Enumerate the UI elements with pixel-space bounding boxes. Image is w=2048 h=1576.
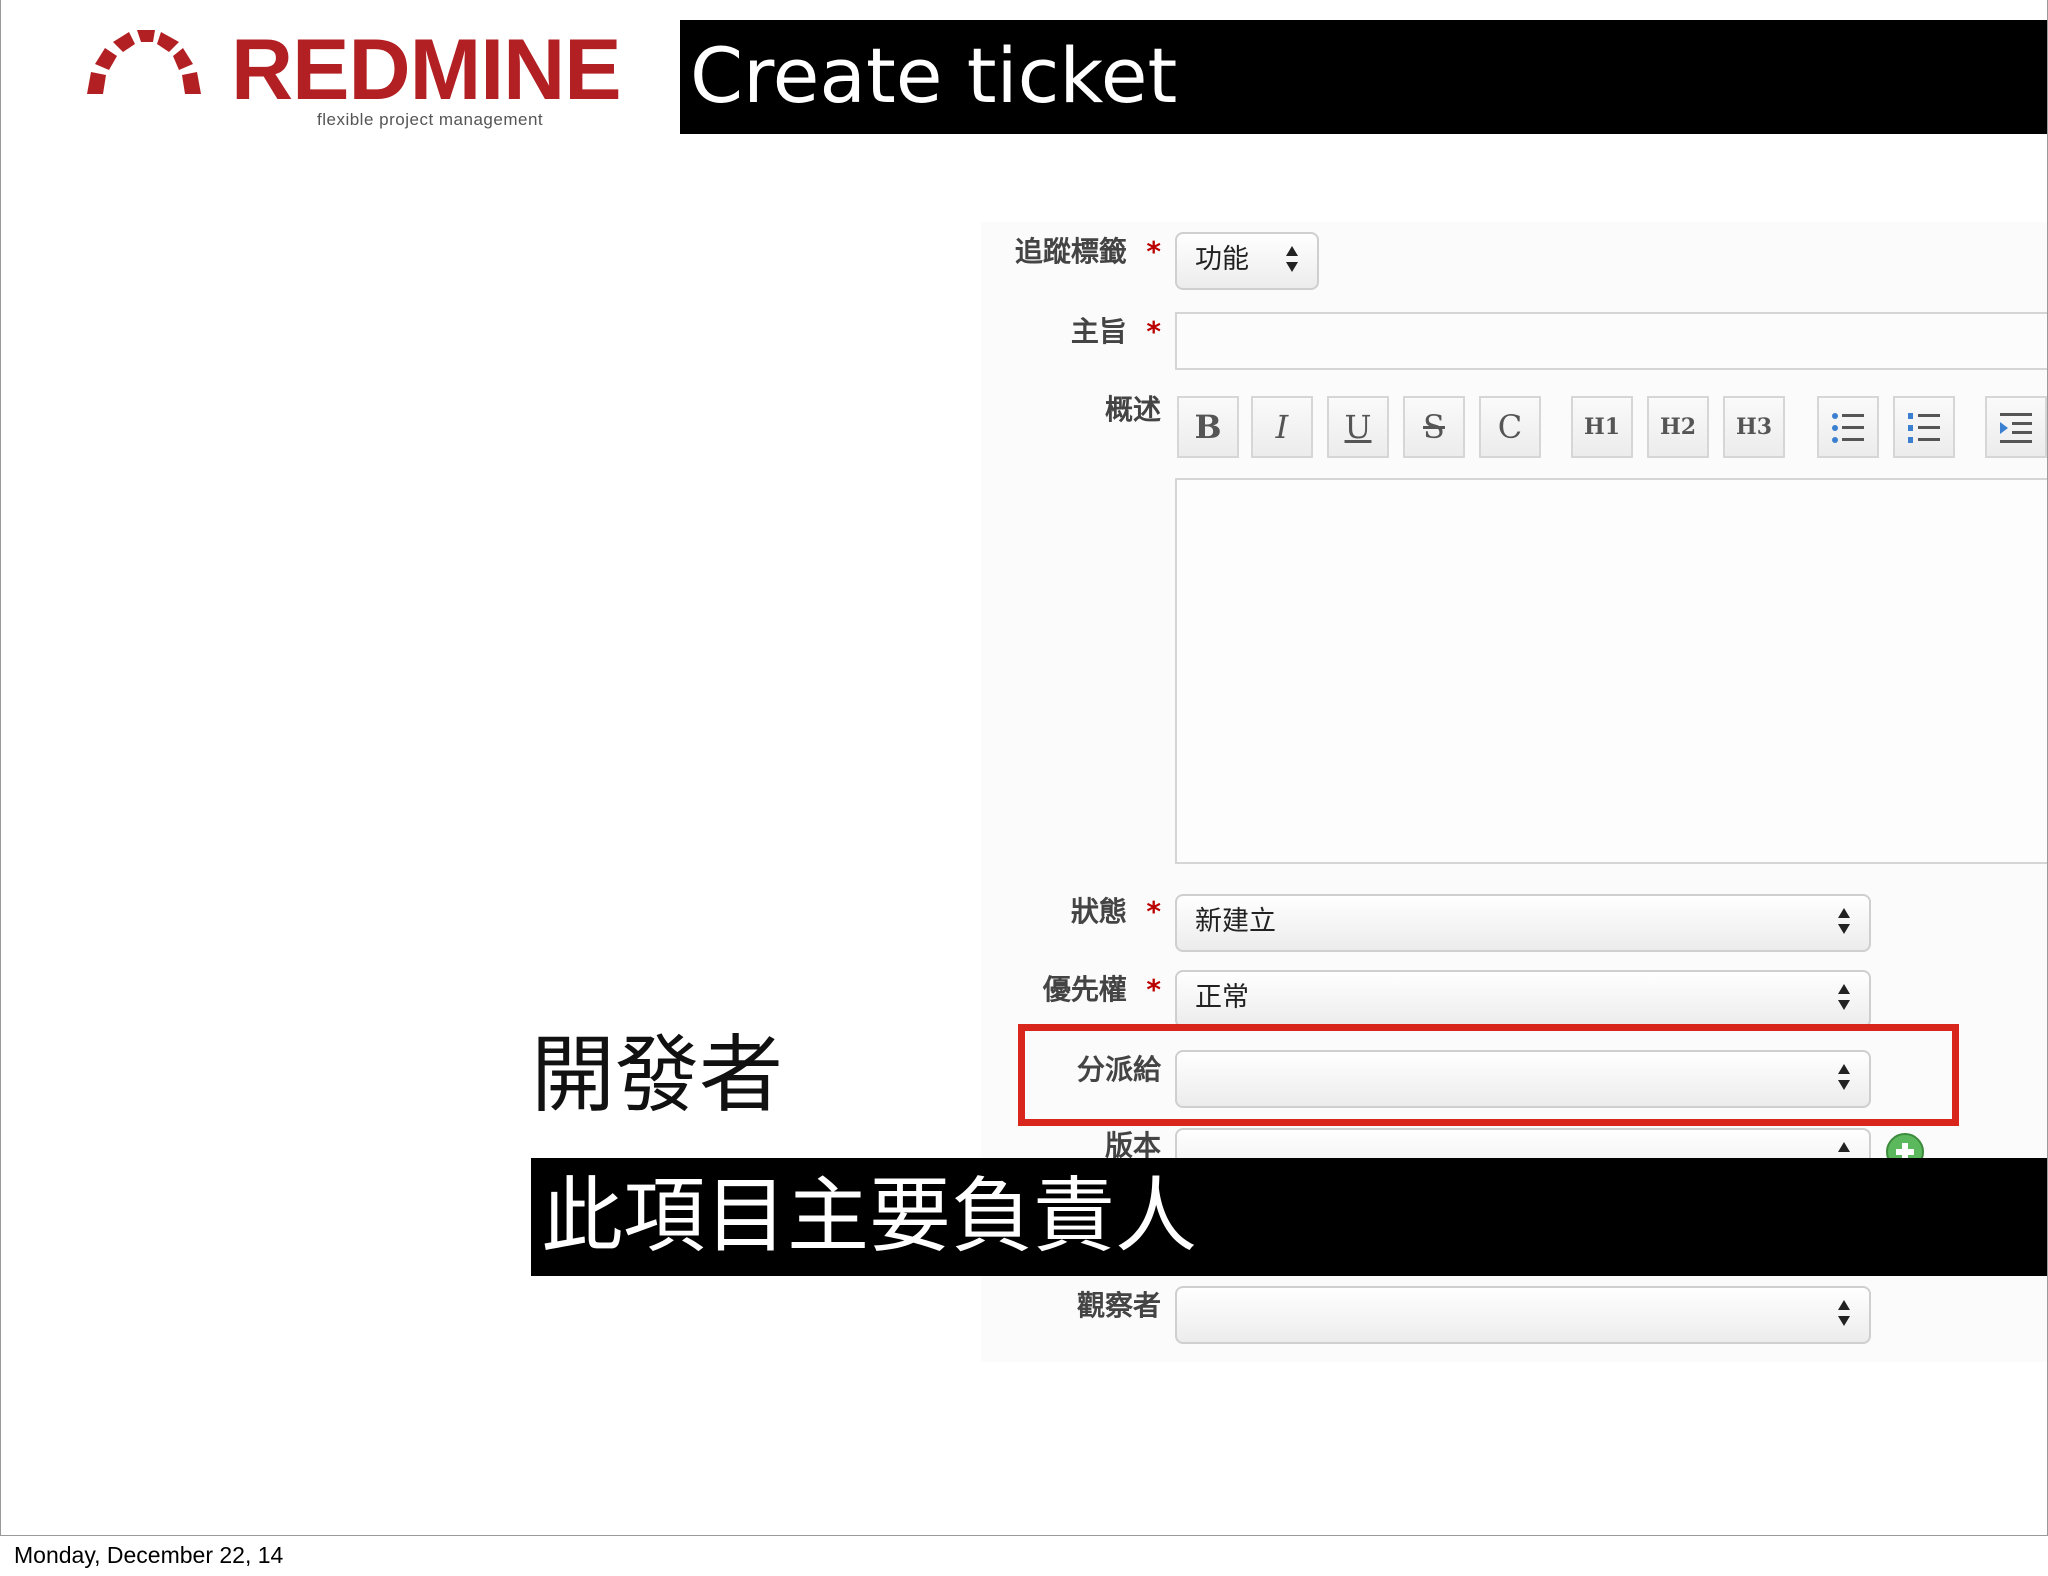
priority-label: 優先權 * xyxy=(961,970,1161,1010)
redmine-logo: REDMINE flexible project management xyxy=(83,18,622,138)
subject-input[interactable] xyxy=(1175,312,2047,370)
tracker-select[interactable]: 功能 xyxy=(1175,232,1319,290)
required-mark: * xyxy=(1146,973,1161,1006)
tracker-value: 功能 xyxy=(1195,244,1249,275)
assignee-highlight-box xyxy=(1018,1024,1959,1126)
bold-button[interactable]: B xyxy=(1177,396,1239,458)
indent-icon xyxy=(2000,413,2032,443)
select-arrows-icon xyxy=(1286,246,1298,272)
watchers-label: 觀察者 xyxy=(1076,1289,1161,1322)
logo-wordmark: REDMINE xyxy=(231,22,622,118)
status-select[interactable]: 新建立 xyxy=(1175,894,1871,952)
footer-date: Monday, December 22, 14 xyxy=(14,1542,284,1568)
logo-arc-icon xyxy=(87,30,201,94)
select-arrows-icon xyxy=(1838,908,1850,934)
annotation-caption-bar: 此項目主要負責人 xyxy=(531,1158,2047,1276)
strikethrough-button[interactable]: S xyxy=(1403,396,1465,458)
priority-label-text: 優先權 xyxy=(1042,973,1127,1006)
required-mark: * xyxy=(1146,235,1161,268)
watchers-select[interactable] xyxy=(1175,1286,1871,1344)
ordered-list-button[interactable] xyxy=(1893,396,1955,458)
heading1-button[interactable]: H1 xyxy=(1571,396,1633,458)
heading3-button[interactable]: H3 xyxy=(1723,396,1785,458)
description-textarea[interactable] xyxy=(1175,478,2047,864)
subject-label-text: 主旨 xyxy=(1070,315,1127,348)
slide: REDMINE flexible project management Crea… xyxy=(0,0,2048,1536)
unordered-list-button[interactable] xyxy=(1817,396,1879,458)
heading2-button[interactable]: H2 xyxy=(1647,396,1709,458)
bullet-list-icon xyxy=(1832,413,1864,443)
underline-button[interactable]: U xyxy=(1327,396,1389,458)
description-label: 概述 xyxy=(1104,393,1161,426)
annotation-caption: 此項目主要負責人 xyxy=(541,1169,1198,1264)
logo-tagline: flexible project management xyxy=(317,110,544,129)
tracker-label-text: 追蹤標籤 xyxy=(1014,235,1127,268)
select-arrows-icon xyxy=(1838,984,1850,1010)
indent-button[interactable] xyxy=(1985,396,2047,458)
code-button[interactable]: C xyxy=(1479,396,1541,458)
required-mark: * xyxy=(1146,315,1161,348)
slide-title-bar: Create ticket xyxy=(680,20,2047,134)
slide-title: Create ticket xyxy=(690,31,1178,120)
italic-button[interactable]: I xyxy=(1251,396,1313,458)
numbered-list-icon xyxy=(1908,413,1940,443)
annotation-heading: 開發者 xyxy=(531,1026,784,1124)
priority-value: 正常 xyxy=(1195,982,1249,1013)
subject-label: 主旨 * xyxy=(961,312,1161,352)
status-label: 狀態 * xyxy=(961,892,1161,932)
select-arrows-icon xyxy=(1838,1300,1850,1326)
status-value: 新建立 xyxy=(1195,906,1276,937)
priority-select[interactable]: 正常 xyxy=(1175,970,1871,1028)
required-mark: * xyxy=(1146,895,1161,928)
status-label-text: 狀態 xyxy=(1070,895,1127,928)
tracker-label: 追蹤標籤 * xyxy=(961,232,1161,272)
